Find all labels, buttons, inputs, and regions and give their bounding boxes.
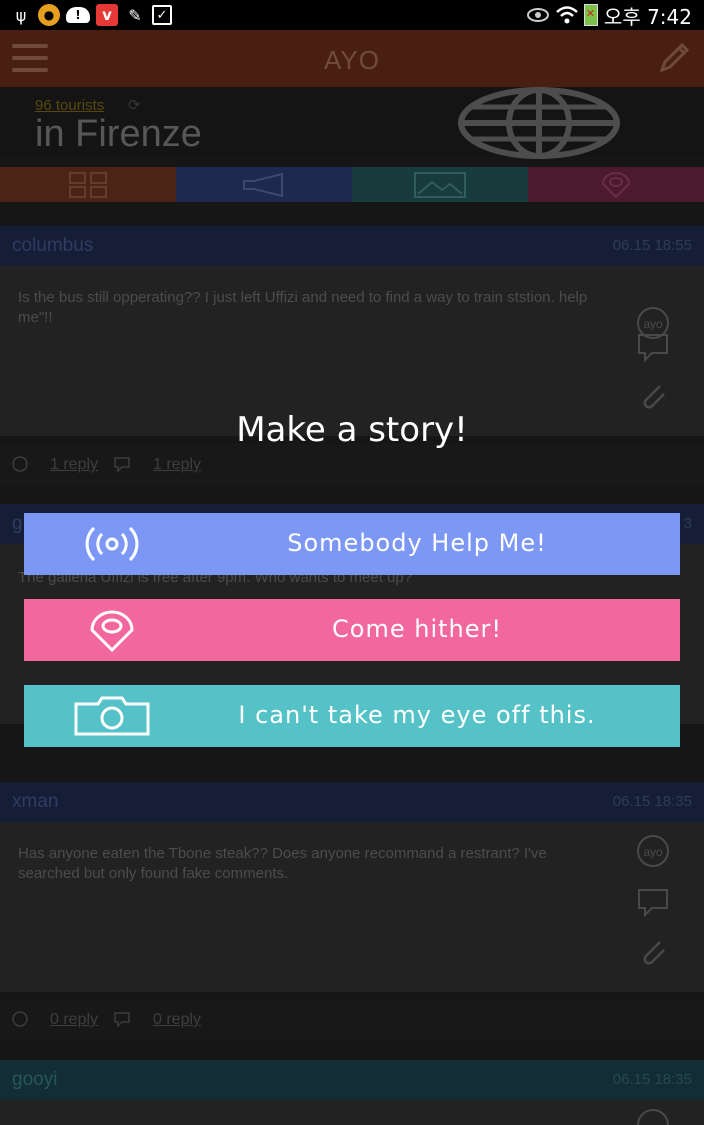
notification-icons: ψ ● ! v ✎ ✓ — [10, 3, 172, 27]
eye-icon — [526, 8, 549, 22]
action-label: Somebody Help Me! — [287, 529, 547, 557]
usb-icon: ψ — [15, 5, 27, 25]
broadcast-icon — [85, 526, 139, 562]
dialog-scrim[interactable] — [0, 30, 704, 1125]
pen-icon: ✎ — [128, 5, 142, 25]
action-label: Come hither! — [332, 615, 502, 643]
clock: 오후 7:42 — [603, 4, 692, 29]
somebody-help-me-button[interactable]: Somebody Help Me! — [24, 513, 680, 575]
location-pin-icon — [90, 610, 134, 652]
status-bar: ψ ● ! v ✎ ✓ 오후 7:42 — [0, 0, 704, 30]
system-icons: 오후 7:42 — [526, 0, 692, 30]
action-label: I can't take my eye off this. — [238, 701, 596, 729]
wifi-icon — [556, 6, 578, 24]
dialog-title: Make a story! — [236, 410, 468, 450]
cloud-warning-icon: ! — [66, 7, 90, 23]
clipboard-check-icon: ✓ — [152, 5, 172, 25]
battery-icon — [583, 4, 598, 26]
come-hither-button[interactable]: Come hither! — [24, 599, 680, 661]
avatar-notification-icon: ● — [38, 4, 60, 26]
vivaldi-icon: v — [96, 4, 118, 26]
eye-off-this-button[interactable]: I can't take my eye off this. — [24, 685, 680, 747]
camera-icon — [74, 696, 150, 736]
